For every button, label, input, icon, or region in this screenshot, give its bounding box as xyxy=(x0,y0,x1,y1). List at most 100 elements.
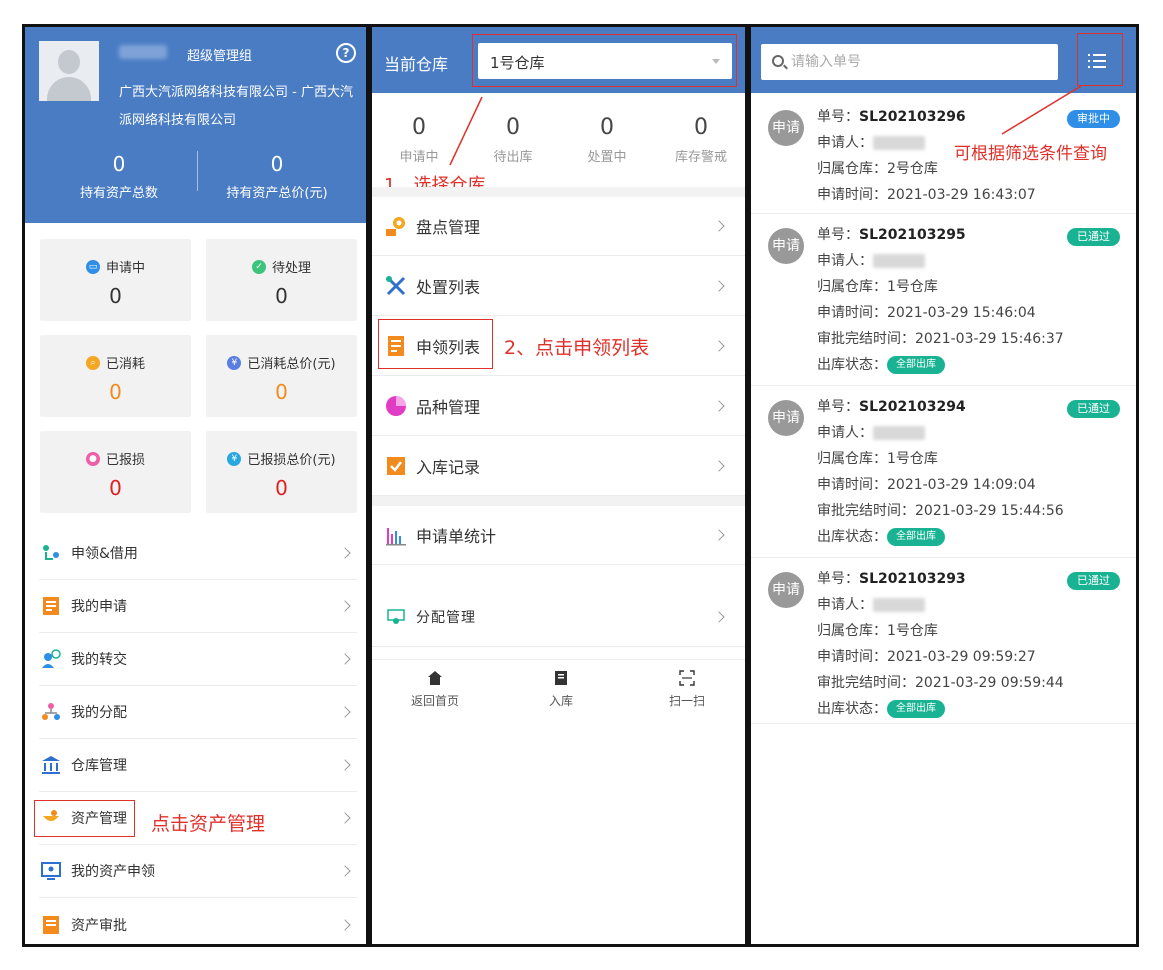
menu-item-label: 我的申请 xyxy=(71,599,127,615)
highlight-box-requisition-list xyxy=(378,319,493,369)
out-status-pill: 全部出库 xyxy=(887,700,945,718)
status-badge: 已通过 xyxy=(1067,228,1120,246)
pending-icon: ✓ xyxy=(251,259,266,274)
menu-item-label: 分配管理 xyxy=(416,609,476,626)
request-item[interactable]: 申请 单号：SL202103294 已通过 申请人： 归属仓库：1号仓库 申请时… xyxy=(751,386,1136,558)
stat-stock-alert[interactable]: 0 库存警戒 xyxy=(654,115,745,165)
chevron-right-icon xyxy=(713,339,725,352)
card-label: 已消耗总价(元) xyxy=(247,357,336,372)
status-badge: 已通过 xyxy=(1067,572,1120,590)
requisition-borrow-icon xyxy=(41,543,61,563)
search-input[interactable] xyxy=(791,44,1051,80)
chevron-right-icon xyxy=(713,399,725,412)
card-value: 0 xyxy=(275,380,288,404)
bottom-tab-bar: 返回首页 入库 扫一扫 xyxy=(372,659,745,711)
blurred-applicant xyxy=(873,598,925,612)
menu-item-inventory-check[interactable]: 盘点管理 xyxy=(372,196,745,256)
card-consumed-value[interactable]: ¥ 已消耗总价(元) 0 xyxy=(206,335,357,417)
request-item[interactable]: 申请 单号：SL202103295 已通过 申请人： 归属仓库：1号仓库 申请时… xyxy=(751,214,1136,386)
approve-time-label: 审批完结时间： xyxy=(817,331,915,347)
out-status-pill: 全部出库 xyxy=(887,528,945,546)
card-label: 已消耗 xyxy=(105,357,145,372)
apply-time-label: 申请时间： xyxy=(817,649,887,665)
order-number: SL202103295 xyxy=(859,227,966,243)
approve-time-value: 2021-03-29 15:46:37 xyxy=(915,331,1064,347)
out-status-label: 出库状态： xyxy=(817,529,887,545)
my-asset-requisition-icon xyxy=(41,861,61,881)
menu-item-disposal-list[interactable]: 处置列表 xyxy=(372,256,745,316)
chevron-right-icon xyxy=(339,600,351,612)
menu-item-label: 处置列表 xyxy=(416,277,481,297)
card-damaged[interactable]: ● 已报损 0 xyxy=(40,431,191,513)
help-icon[interactable]: ? xyxy=(336,43,356,63)
chevron-right-icon xyxy=(339,865,351,877)
asset-approval-icon xyxy=(41,915,61,935)
approve-time-label: 审批完结时间： xyxy=(817,503,915,519)
avatar[interactable] xyxy=(39,41,99,101)
search-icon xyxy=(772,55,784,67)
warehouse-value: 1号仓库 xyxy=(887,279,938,295)
tab-home[interactable]: 返回首页 xyxy=(372,668,498,709)
home-icon xyxy=(372,668,498,688)
highlight-box-warehouse-select xyxy=(472,34,737,87)
order-number: SL202103293 xyxy=(859,571,966,587)
tab-stock-in[interactable]: 入库 xyxy=(498,668,624,709)
menu-item-requisition-borrow[interactable]: 申领&借用 xyxy=(39,527,357,580)
menu-item-label: 仓库管理 xyxy=(71,758,127,774)
asset-count-value: 0 xyxy=(112,152,126,176)
menu-item-my-asset-requisition[interactable]: 我的资产申领 xyxy=(39,845,357,898)
current-warehouse-label: 当前仓库 xyxy=(384,55,449,74)
warehouse-value: 1号仓库 xyxy=(887,623,938,639)
card-applying[interactable]: ▭ 申请中 0 xyxy=(40,239,191,321)
menu-item-stock-in-records[interactable]: 入库记录 xyxy=(372,436,745,496)
requisition-list-panel: 可根据筛选条件查询 申请 单号：SL202103296 审批中 申请人： 归属仓… xyxy=(748,24,1139,947)
menu-item-my-transfer[interactable]: 我的转交 xyxy=(39,633,357,686)
damaged-value-icon: ¥ xyxy=(227,451,242,466)
apply-icon: ▭ xyxy=(85,259,100,274)
request-item[interactable]: 申请 单号：SL202103293 已通过 申请人： 归属仓库：1号仓库 申请时… xyxy=(751,558,1136,724)
warehouse-value: 1号仓库 xyxy=(887,451,938,467)
warehouse-label: 归属仓库： xyxy=(817,451,887,467)
tab-scan[interactable]: 扫一扫 xyxy=(624,668,745,709)
applicant-label: 申请人： xyxy=(817,597,873,613)
tab-label: 入库 xyxy=(548,694,573,708)
card-label: 已报损 xyxy=(105,453,145,468)
approve-time-label: 审批完结时间： xyxy=(817,675,915,691)
card-value: 0 xyxy=(109,476,122,500)
chevron-right-icon xyxy=(339,918,351,931)
menu-item-my-application[interactable]: 我的申请 xyxy=(39,580,357,633)
applicant-label: 申请人： xyxy=(817,425,873,441)
menu-item-label: 我的转交 xyxy=(71,652,127,668)
my-transfer-icon xyxy=(41,649,61,669)
menu-item-warehouse[interactable]: 仓库管理 xyxy=(39,739,357,792)
stat-label: 库存警戒 xyxy=(674,150,727,165)
apply-time-value: 2021-03-29 16:43:07 xyxy=(887,187,1036,203)
request-avatar: 申请 xyxy=(768,572,804,608)
warehouse-label: 归属仓库： xyxy=(817,623,887,639)
card-damaged-value[interactable]: ¥ 已报损总价(元) 0 xyxy=(206,431,357,513)
menu-item-my-allocation[interactable]: 我的分配 xyxy=(39,686,357,739)
allocation-icon xyxy=(384,605,408,629)
menu-item-label: 入库记录 xyxy=(416,457,481,477)
order-label: 单号： xyxy=(817,227,859,243)
card-value: 0 xyxy=(275,476,288,500)
card-value: 0 xyxy=(275,284,288,308)
consumed-icon: ⌕ xyxy=(85,355,100,370)
menu-item-allocation[interactable]: 分配管理 xyxy=(372,587,745,647)
order-label: 单号： xyxy=(817,399,859,415)
card-label: 申请中 xyxy=(105,261,145,276)
order-number: SL202103294 xyxy=(859,399,966,415)
menu-item-category-management[interactable]: 品种管理 xyxy=(372,376,745,436)
card-label: 已报损总价(元) xyxy=(247,453,336,468)
asset-value-stat: 0 持有资产总价(元) xyxy=(197,152,357,201)
warehouse-panel: 当前仓库 1号仓库 0 申请中 0 待出库 0 处置中 0 库存警戒 1、选择仓… xyxy=(369,24,748,947)
request-item[interactable]: 申请 单号：SL202103296 审批中 申请人： 归属仓库：2号仓库 申请时… xyxy=(751,96,1136,214)
menu-item-label: 资产审批 xyxy=(71,917,127,934)
apply-time-value: 2021-03-29 14:09:04 xyxy=(887,477,1036,493)
card-consumed[interactable]: ⌕ 已消耗 0 xyxy=(40,335,191,417)
menu-item-asset-approval[interactable]: 资产审批 xyxy=(39,898,357,944)
card-pending[interactable]: ✓ 待处理 0 xyxy=(206,239,357,321)
stat-disposing[interactable]: 0 处置中 xyxy=(560,115,654,165)
menu-item-statistics[interactable]: 申请单统计 xyxy=(372,505,745,565)
chevron-right-icon xyxy=(713,279,725,292)
